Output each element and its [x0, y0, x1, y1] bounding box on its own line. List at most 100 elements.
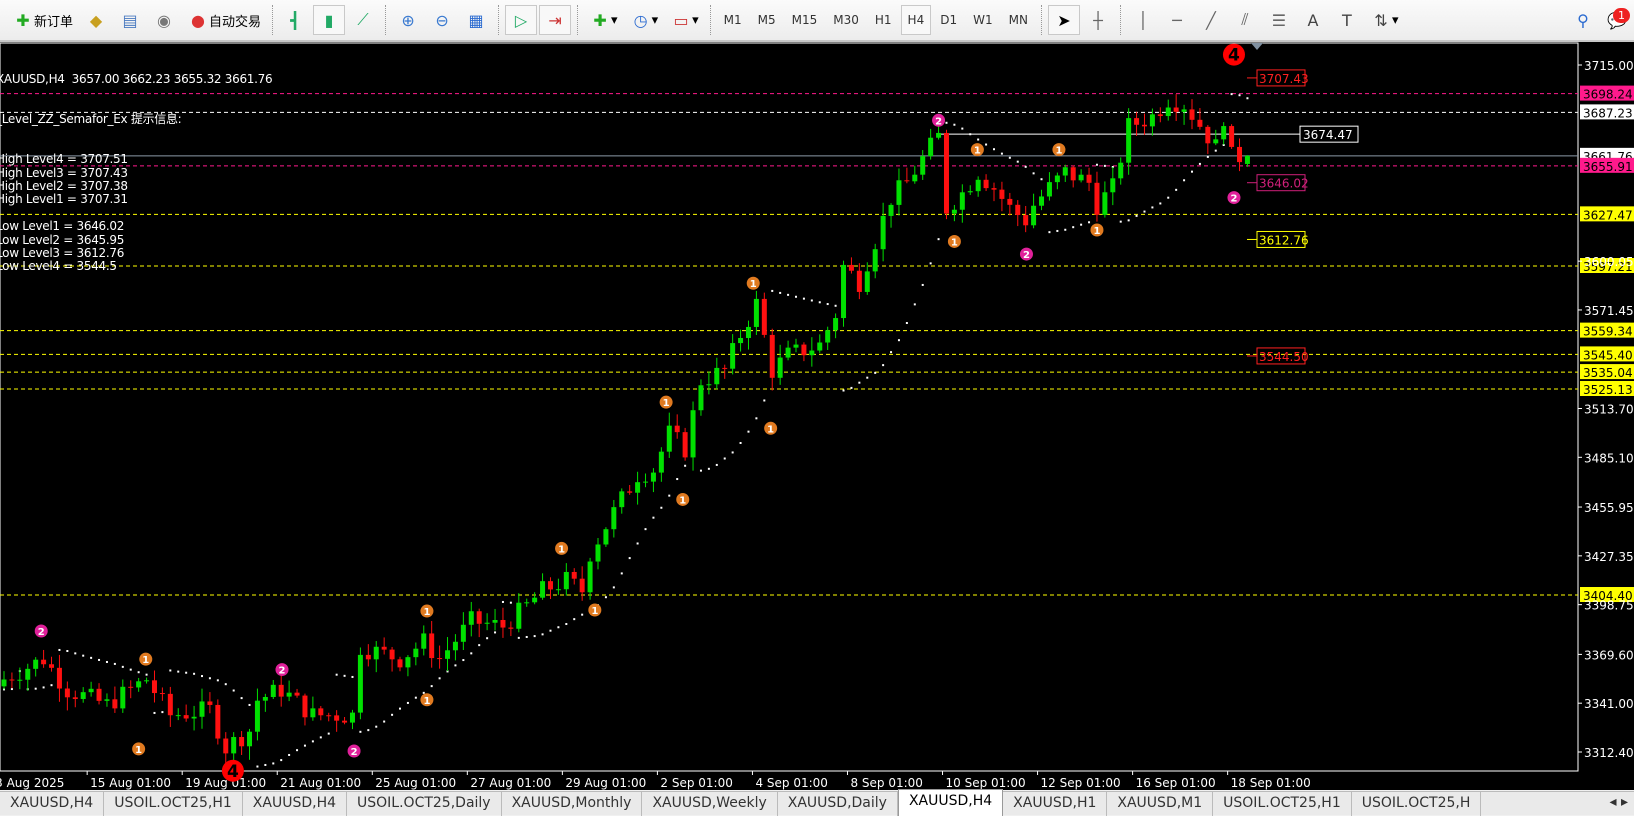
horizontal-line-button[interactable]: ─ — [1161, 5, 1193, 35]
candle-body — [112, 699, 118, 709]
text-label-button[interactable]: T — [1331, 5, 1363, 35]
equidistant-channel-button[interactable]: ⫽ — [1229, 5, 1261, 35]
chart-shift-marker[interactable] — [1251, 43, 1263, 50]
candle-body — [1165, 107, 1171, 117]
timeframe-h1[interactable]: H1 — [868, 5, 899, 35]
timeframe-mn[interactable]: MN — [1002, 5, 1035, 35]
templates-button[interactable]: ▭ ▾ — [665, 5, 704, 35]
timeframe-h4[interactable]: H4 — [900, 5, 932, 35]
timeframe-w1[interactable]: W1 — [966, 5, 1000, 35]
line-chart-button[interactable]: ⟋ — [347, 5, 379, 35]
indicators-button[interactable]: ✚ ▾ — [584, 5, 623, 35]
parabolic-sar-dot — [1072, 226, 1075, 229]
candle-body — [191, 716, 197, 719]
candle-body — [959, 192, 965, 210]
timeframe-m5[interactable]: M5 — [751, 5, 783, 35]
candle-body — [516, 602, 522, 629]
zoom-out-icon: ⊖ — [435, 10, 449, 30]
timeframe-m30[interactable]: M30 — [826, 5, 866, 35]
candle-body — [1221, 126, 1227, 140]
parabolic-sar-dot — [802, 297, 805, 300]
candle-body — [1086, 174, 1092, 183]
semafor-label: 1 — [951, 237, 958, 248]
candle-body — [532, 597, 538, 603]
parabolic-sar-dot — [406, 701, 409, 704]
auto-scroll-button[interactable]: ▷ — [505, 5, 538, 35]
chart-tab[interactable]: USOIL.OCT25,H1 — [104, 792, 243, 816]
chart-tab[interactable]: XAUUSD,Weekly — [642, 792, 778, 816]
chart-tab[interactable]: USOIL.OCT25,H1 — [1213, 792, 1352, 816]
candle-chart-button[interactable]: ▮ — [313, 5, 346, 35]
candle-body — [381, 646, 387, 650]
chart-tab[interactable]: XAUUSD,M1 — [1107, 792, 1214, 816]
fibonacci-button[interactable]: ☰ — [1263, 5, 1295, 35]
candle-body — [437, 658, 443, 660]
zoom-out-button[interactable]: ⊖ — [426, 5, 458, 35]
search-button[interactable]: ⚲ — [1567, 5, 1599, 35]
chart-tab[interactable]: USOIL.OCT25,H — [1352, 792, 1482, 816]
chart-tab[interactable]: XAUUSD,H4 — [0, 792, 105, 816]
candle-body — [904, 180, 910, 182]
trendline-button[interactable]: ╱ — [1195, 5, 1227, 35]
candle-body — [231, 737, 237, 754]
parabolic-sar-dot — [850, 386, 853, 389]
parabolic-sar-dot — [1080, 223, 1083, 226]
candle-body — [397, 659, 403, 668]
price-level-label: 3698.24 — [1583, 88, 1633, 102]
timeframe-d1[interactable]: D1 — [933, 5, 964, 35]
tile-windows-button[interactable]: ▦ — [460, 5, 492, 35]
candle-body — [223, 738, 229, 754]
chart-tab[interactable]: XAUUSD,Monthly — [502, 792, 643, 816]
chart-tab[interactable]: USOIL.OCT25,Daily — [347, 792, 502, 816]
cursor-button[interactable]: ➤ — [1047, 5, 1080, 35]
x-tick-label: 21 Aug 01:00 — [280, 776, 361, 790]
timeframe-m15[interactable]: M15 — [785, 5, 825, 35]
chart-tab[interactable]: XAUUSD,H4 — [897, 789, 1004, 816]
chart-shift-button[interactable]: ⇥ — [539, 5, 572, 35]
chart-tab[interactable]: XAUUSD,H1 — [1003, 792, 1108, 816]
chart-tab[interactable]: XAUUSD,Daily — [778, 792, 898, 816]
vertical-line-button[interactable]: │ — [1127, 5, 1159, 35]
text-button[interactable]: A — [1297, 5, 1329, 35]
candle-body — [215, 704, 221, 739]
crosshair-button[interactable]: ┼ — [1082, 5, 1114, 35]
candle-body — [983, 179, 989, 189]
parabolic-sar-dot — [288, 753, 291, 756]
auto-trading-button[interactable]: ● 自动交易 — [182, 5, 266, 35]
notifications-button[interactable]: 💬1 — [1601, 5, 1633, 35]
semafor-label: 1 — [974, 146, 981, 157]
bar-chart-button[interactable]: ┫ — [279, 5, 311, 35]
market-watch-button[interactable]: ◆ — [80, 5, 112, 35]
level-info-line: High Level3 = 3707.43 — [0, 165, 128, 180]
parabolic-sar-dot — [422, 691, 425, 694]
new-order-button[interactable]: ✚ 新订单 — [7, 5, 78, 35]
candle-body — [1031, 205, 1037, 226]
x-tick-label: 25 Aug 01:00 — [375, 776, 456, 790]
line-chart-icon: ⟋ — [357, 10, 369, 29]
signals-button[interactable]: ◉ — [148, 5, 180, 35]
data-window-button[interactable]: ▤ — [114, 5, 146, 35]
candle-body — [247, 731, 253, 747]
candlestick-icon: ▮ — [324, 10, 334, 30]
parabolic-sar-dot — [1048, 231, 1051, 234]
periods-button[interactable]: ◷ ▾ — [625, 5, 664, 35]
parabolic-sar-dot — [375, 725, 378, 728]
parabolic-sar-dot — [34, 687, 37, 690]
candle-body — [413, 648, 419, 658]
candle-body — [9, 679, 15, 681]
timeframe-m1[interactable]: M1 — [717, 5, 749, 35]
parabolic-sar-dot — [961, 127, 964, 130]
auto-scroll-icon: ▷ — [514, 10, 528, 30]
chart-tab[interactable]: XAUUSD,H4 — [243, 792, 348, 816]
candle-body — [635, 482, 641, 493]
arrows-button[interactable]: ⇅ ▾ — [1365, 5, 1404, 35]
zoom-in-button[interactable]: ⊕ — [392, 5, 424, 35]
candle-body — [349, 712, 355, 723]
parabolic-sar-dot — [90, 656, 93, 659]
candle-body — [547, 581, 553, 590]
parabolic-sar-dot — [1159, 202, 1162, 205]
parabolic-sar-dot — [636, 542, 639, 545]
candle-body — [753, 298, 759, 327]
tabs-scroll-arrow[interactable]: ◂ ▸ — [1603, 792, 1634, 815]
candle-body — [144, 680, 150, 682]
